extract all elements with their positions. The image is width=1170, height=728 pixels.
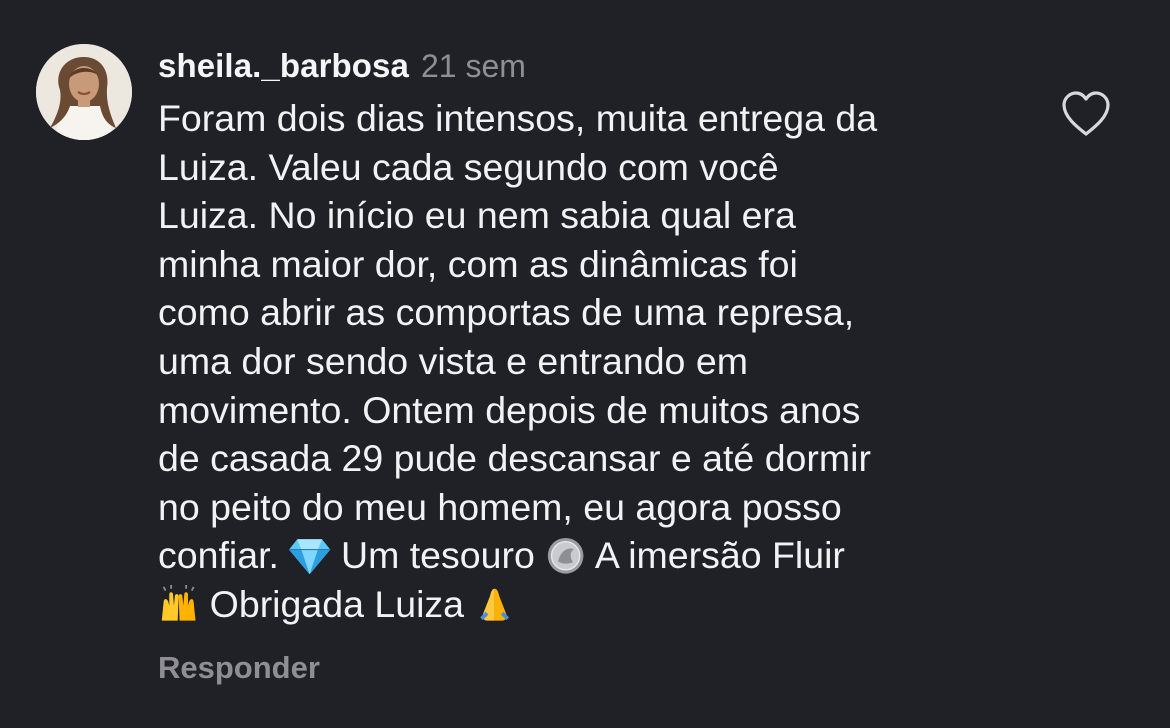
comment-line: movimento. Ontem depois de muitos anos	[158, 388, 861, 431]
comment-line: de casada 29 pude descansar e até dormir	[158, 437, 871, 480]
comment-text: Foram dois dias intensos, muita entrega …	[158, 94, 1018, 629]
comment: sheila._barbosa 21 sem Foram dois dias i…	[0, 0, 1170, 728]
username[interactable]: sheila._barbosa	[158, 44, 409, 88]
gem-emoji	[289, 537, 331, 575]
comment-line: confiar. Um tesouro A imersão Fluir	[158, 531, 1018, 580]
comment-line: Luiza. No início eu nem sabia qual era	[158, 194, 796, 237]
comment-text-segment: confiar.	[158, 534, 290, 577]
coin-emoji	[545, 537, 586, 575]
comment-content: sheila._barbosa 21 sem Foram dois dias i…	[158, 44, 1018, 629]
comment-line: Foram dois dias intensos, muita entrega …	[158, 97, 878, 139]
raising-hands-emoji	[158, 585, 199, 623]
comment-text-segment: Obrigada Luiza	[199, 582, 475, 625]
comment-text-segment: Um tesouro	[330, 534, 546, 577]
avatar-photo	[36, 44, 132, 140]
timestamp: 21 sem	[420, 48, 526, 84]
comment-text-segment: A imersão Fluir	[586, 534, 845, 577]
folded-hands-emoji	[474, 585, 515, 623]
comment-line: minha maior dor, com as dinâmicas foi	[158, 242, 798, 285]
comment-line: uma dor sendo vista e entrando em	[158, 339, 748, 382]
comment-line: como abrir as comportas de uma represa,	[158, 291, 855, 334]
comment-line: no peito do meu homem, eu agora posso	[158, 485, 842, 528]
avatar[interactable]	[36, 44, 132, 140]
heart-outline-icon	[1062, 91, 1110, 136]
comment-meta: sheila._barbosa 21 sem	[158, 44, 1018, 88]
reply-button[interactable]: Responder	[158, 650, 320, 686]
comment-line: Luiza. Valeu cada segundo com você	[158, 145, 779, 188]
like-button[interactable]	[1058, 88, 1114, 140]
comment-line: Obrigada Luiza	[158, 580, 1018, 629]
